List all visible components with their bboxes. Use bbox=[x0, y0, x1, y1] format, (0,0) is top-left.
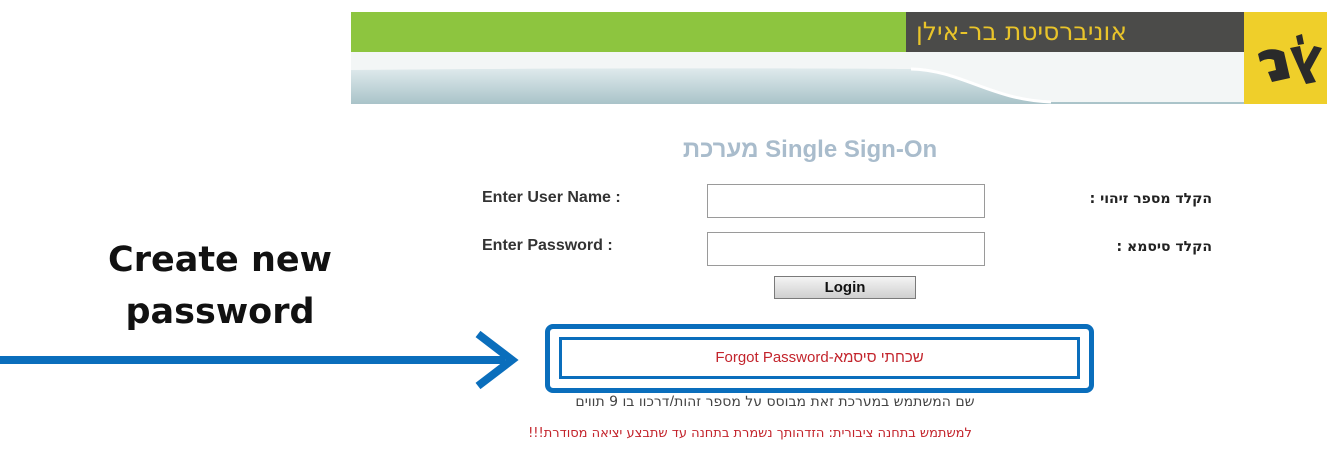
username-hint: שם המשתמש במערכת זאת מבוסס על מספר זהות/… bbox=[575, 394, 975, 406]
university-logo bbox=[1244, 12, 1327, 104]
callout-text: Create new password bbox=[60, 234, 380, 338]
header-green-bar bbox=[351, 12, 906, 52]
password-input[interactable] bbox=[707, 232, 985, 266]
forgot-password-highlight: Forgot Password-שכחתי סיסמא bbox=[545, 324, 1094, 393]
password-label: Enter Password : bbox=[482, 237, 613, 254]
university-name-bar: אוניברסיטת בר-אילן bbox=[906, 12, 1244, 52]
username-input[interactable] bbox=[707, 184, 985, 218]
callout-line-1: Create new bbox=[108, 240, 332, 280]
header-banner: אוניברסיטת בר-אילן bbox=[351, 12, 1327, 104]
page-title: Single Sign-On מערכת bbox=[682, 136, 938, 163]
password-label-hebrew: הקלד סיסמא : bbox=[1116, 239, 1212, 255]
callout-arrow-icon bbox=[0, 330, 519, 390]
username-label-hebrew: הקלד מספר זיהוי : bbox=[1089, 191, 1212, 207]
username-label: Enter User Name : bbox=[482, 189, 621, 206]
university-name: אוניברסיטת בר-אילן bbox=[916, 17, 1127, 46]
public-station-warning: למשתמש בתחנה ציבורית: הזדהותך נשמרת בתחנ… bbox=[528, 426, 972, 441]
forgot-password-link[interactable]: Forgot Password-שכחתי סיסמא bbox=[559, 337, 1080, 379]
bar-ilan-logo-icon bbox=[1258, 34, 1322, 84]
header-swoosh bbox=[351, 52, 1244, 104]
login-button[interactable]: Login bbox=[774, 276, 916, 299]
